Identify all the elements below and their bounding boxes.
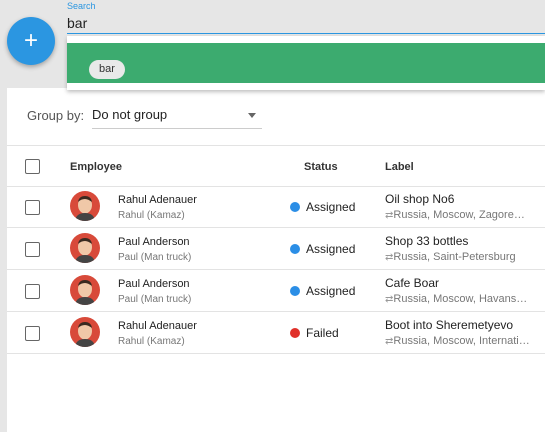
- column-header-status[interactable]: Status: [304, 161, 338, 173]
- status-text: Assigned: [306, 242, 356, 256]
- label-location: ⇄Russia, Saint-Petersburg: [385, 251, 530, 263]
- location-text: Russia, Moscow, Havanskaya: [393, 293, 530, 305]
- location-text: Russia, Moscow, Zagorevskaya: [393, 209, 530, 221]
- location-text: Russia, Saint-Petersburg: [393, 251, 516, 263]
- status-text: Assigned: [306, 200, 356, 214]
- table-row[interactable]: Rahul Adenauer Rahul (Kamaz) Failed Boot…: [7, 312, 545, 354]
- avatar: [70, 317, 100, 347]
- label-location: ⇄Russia, Moscow, International: [385, 335, 530, 347]
- select-all-checkbox[interactable]: [25, 159, 40, 174]
- column-header-label[interactable]: Label: [385, 161, 414, 173]
- label-name: Cafe Boar: [385, 276, 440, 290]
- group-by-value: Do not group: [92, 107, 168, 122]
- employee-vehicle: Paul (Man truck): [118, 294, 192, 305]
- row-checkbox[interactable]: [25, 242, 40, 257]
- search-field: Search: [67, 0, 545, 36]
- avatar: [70, 275, 100, 305]
- employee-vehicle: Rahul (Kamaz): [118, 210, 185, 221]
- status-text: Failed: [306, 326, 339, 340]
- status-dot: [290, 328, 300, 338]
- add-button[interactable]: +: [7, 17, 55, 65]
- status-dot: [290, 286, 300, 296]
- label-name: Boot into Sheremetyevo: [385, 318, 514, 332]
- suggestion-chip[interactable]: bar: [89, 60, 125, 79]
- location-text: Russia, Moscow, International: [393, 335, 530, 347]
- search-input[interactable]: [67, 12, 545, 34]
- label-location: ⇄Russia, Moscow, Havanskaya: [385, 293, 530, 305]
- table-header: Employee Status Label: [7, 145, 545, 187]
- group-by-select[interactable]: Do not group: [92, 102, 262, 129]
- employee-name: Paul Anderson: [118, 278, 190, 290]
- table-row[interactable]: Rahul Adenauer Rahul (Kamaz) Assigned Oi…: [7, 186, 545, 228]
- employee-vehicle: Paul (Man truck): [118, 252, 192, 263]
- group-by-label: Group by:: [27, 108, 85, 123]
- label-name: Shop 33 bottles: [385, 234, 469, 248]
- main-panel: Group by: Do not group Employee Status L…: [7, 88, 545, 432]
- search-label: Search: [67, 1, 96, 11]
- caret-down-icon: [248, 113, 256, 118]
- row-checkbox[interactable]: [25, 284, 40, 299]
- status-dot: [290, 244, 300, 254]
- status-text: Assigned: [306, 284, 356, 298]
- label-name: Oil shop No6: [385, 192, 455, 206]
- employee-name: Paul Anderson: [118, 236, 190, 248]
- row-checkbox[interactable]: [25, 200, 40, 215]
- plus-icon: +: [23, 27, 38, 54]
- employee-name: Rahul Adenauer: [118, 320, 197, 332]
- column-header-employee[interactable]: Employee: [70, 161, 122, 173]
- label-location: ⇄Russia, Moscow, Zagorevskaya: [385, 209, 530, 221]
- row-checkbox[interactable]: [25, 326, 40, 341]
- search-suggestions: bar: [67, 36, 545, 90]
- status-dot: [290, 202, 300, 212]
- avatar: [70, 191, 100, 221]
- avatar: [70, 233, 100, 263]
- employee-vehicle: Rahul (Kamaz): [118, 336, 185, 347]
- table-row[interactable]: Paul Anderson Paul (Man truck) Assigned …: [7, 228, 545, 270]
- suggestion-item[interactable]: bar: [67, 43, 545, 83]
- employee-name: Rahul Adenauer: [118, 194, 197, 206]
- table-row[interactable]: Paul Anderson Paul (Man truck) Assigned …: [7, 270, 545, 312]
